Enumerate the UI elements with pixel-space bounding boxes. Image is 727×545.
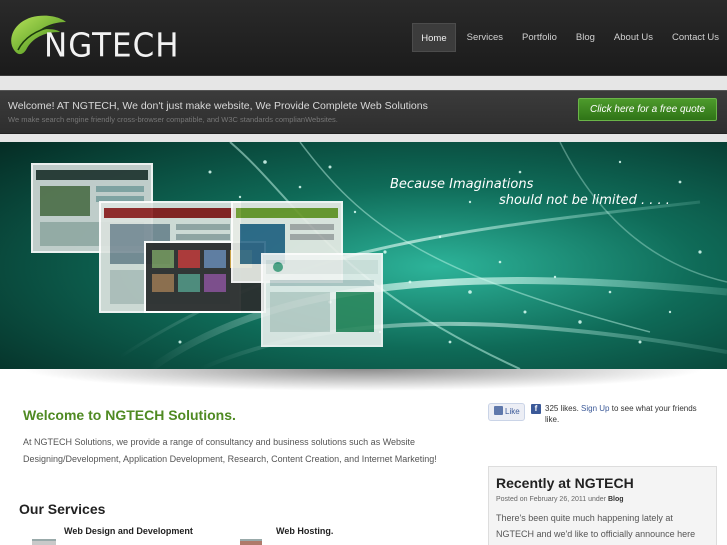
nav-item-portfolio[interactable]: Portfolio: [514, 23, 565, 52]
service-title-web-hosting[interactable]: Web Hosting.: [276, 526, 333, 536]
recent-post-category[interactable]: Blog: [608, 496, 624, 503]
facebook-like-count: 325 likes.: [545, 404, 579, 413]
recent-post-excerpt: There's been quite much happening lately…: [496, 513, 696, 539]
like-label: Like: [505, 407, 520, 416]
intro-paragraph: At NGTECH Solutions, we provide a range …: [23, 437, 437, 464]
recent-news-box: Recently at NGTECH Posted on February 26…: [488, 466, 717, 545]
hero-tagline-line2: should not be limited . . . .: [499, 193, 670, 208]
site-header: NGTECH Home Services Portfolio Blog About Us…: [0, 0, 727, 76]
recent-post-date: Posted on February 26, 2011 under: [496, 496, 607, 503]
nav-item-blog[interactable]: Blog: [568, 23, 603, 52]
free-quote-button[interactable]: Click here for a free quote: [578, 98, 717, 121]
facebook-like-button[interactable]: Like: [488, 403, 525, 421]
recent-title: Recently at NGTECH: [496, 475, 634, 491]
nav-item-home[interactable]: Home: [412, 23, 456, 52]
nav-item-about-us[interactable]: About Us: [606, 23, 661, 52]
hero-tagline-line1: Because Imaginations: [390, 177, 534, 192]
site-logo[interactable]: NGTECH: [4, 10, 179, 66]
page: NGTECH Home Services Portfolio Blog About Us…: [0, 0, 727, 545]
service-title-web-design[interactable]: Web Design and Development: [64, 526, 193, 536]
facebook-like-text: 325 likes. Sign Up to see what your frie…: [545, 403, 710, 425]
service-thumb-web-hosting: [240, 539, 262, 545]
welcome-bar-title: Welcome! AT NGTECH, We don't just make w…: [8, 100, 428, 112]
hero-artwork: [0, 142, 727, 369]
recent-post-meta: Posted on February 26, 2011 under Blog: [496, 496, 624, 503]
welcome-bar: Welcome! AT NGTECH, We don't just make w…: [0, 90, 727, 134]
thumbs-up-icon: [494, 406, 503, 415]
main-nav: Home Services Portfolio Blog About Us Contact…: [409, 23, 727, 52]
hero-banner: Because Imaginations should not be limit…: [0, 142, 727, 369]
facebook-icon: f: [531, 404, 541, 414]
welcome-bar-subtitle: We make search engine friendly cross-bro…: [8, 115, 338, 124]
hero-shadow: [20, 369, 707, 391]
nav-item-services[interactable]: Services: [459, 23, 511, 52]
band-bottom: [0, 134, 727, 142]
facebook-signup-link[interactable]: Sign Up: [581, 404, 609, 413]
services-heading: Our Services: [19, 501, 106, 517]
welcome-heading: Welcome to NGTECH Solutions.: [23, 407, 236, 423]
logo-text: NGTECH: [44, 27, 180, 65]
band-top: [0, 76, 727, 90]
nav-item-contact-us[interactable]: Contact Us: [664, 23, 727, 52]
service-thumb-web-design: [32, 539, 56, 545]
